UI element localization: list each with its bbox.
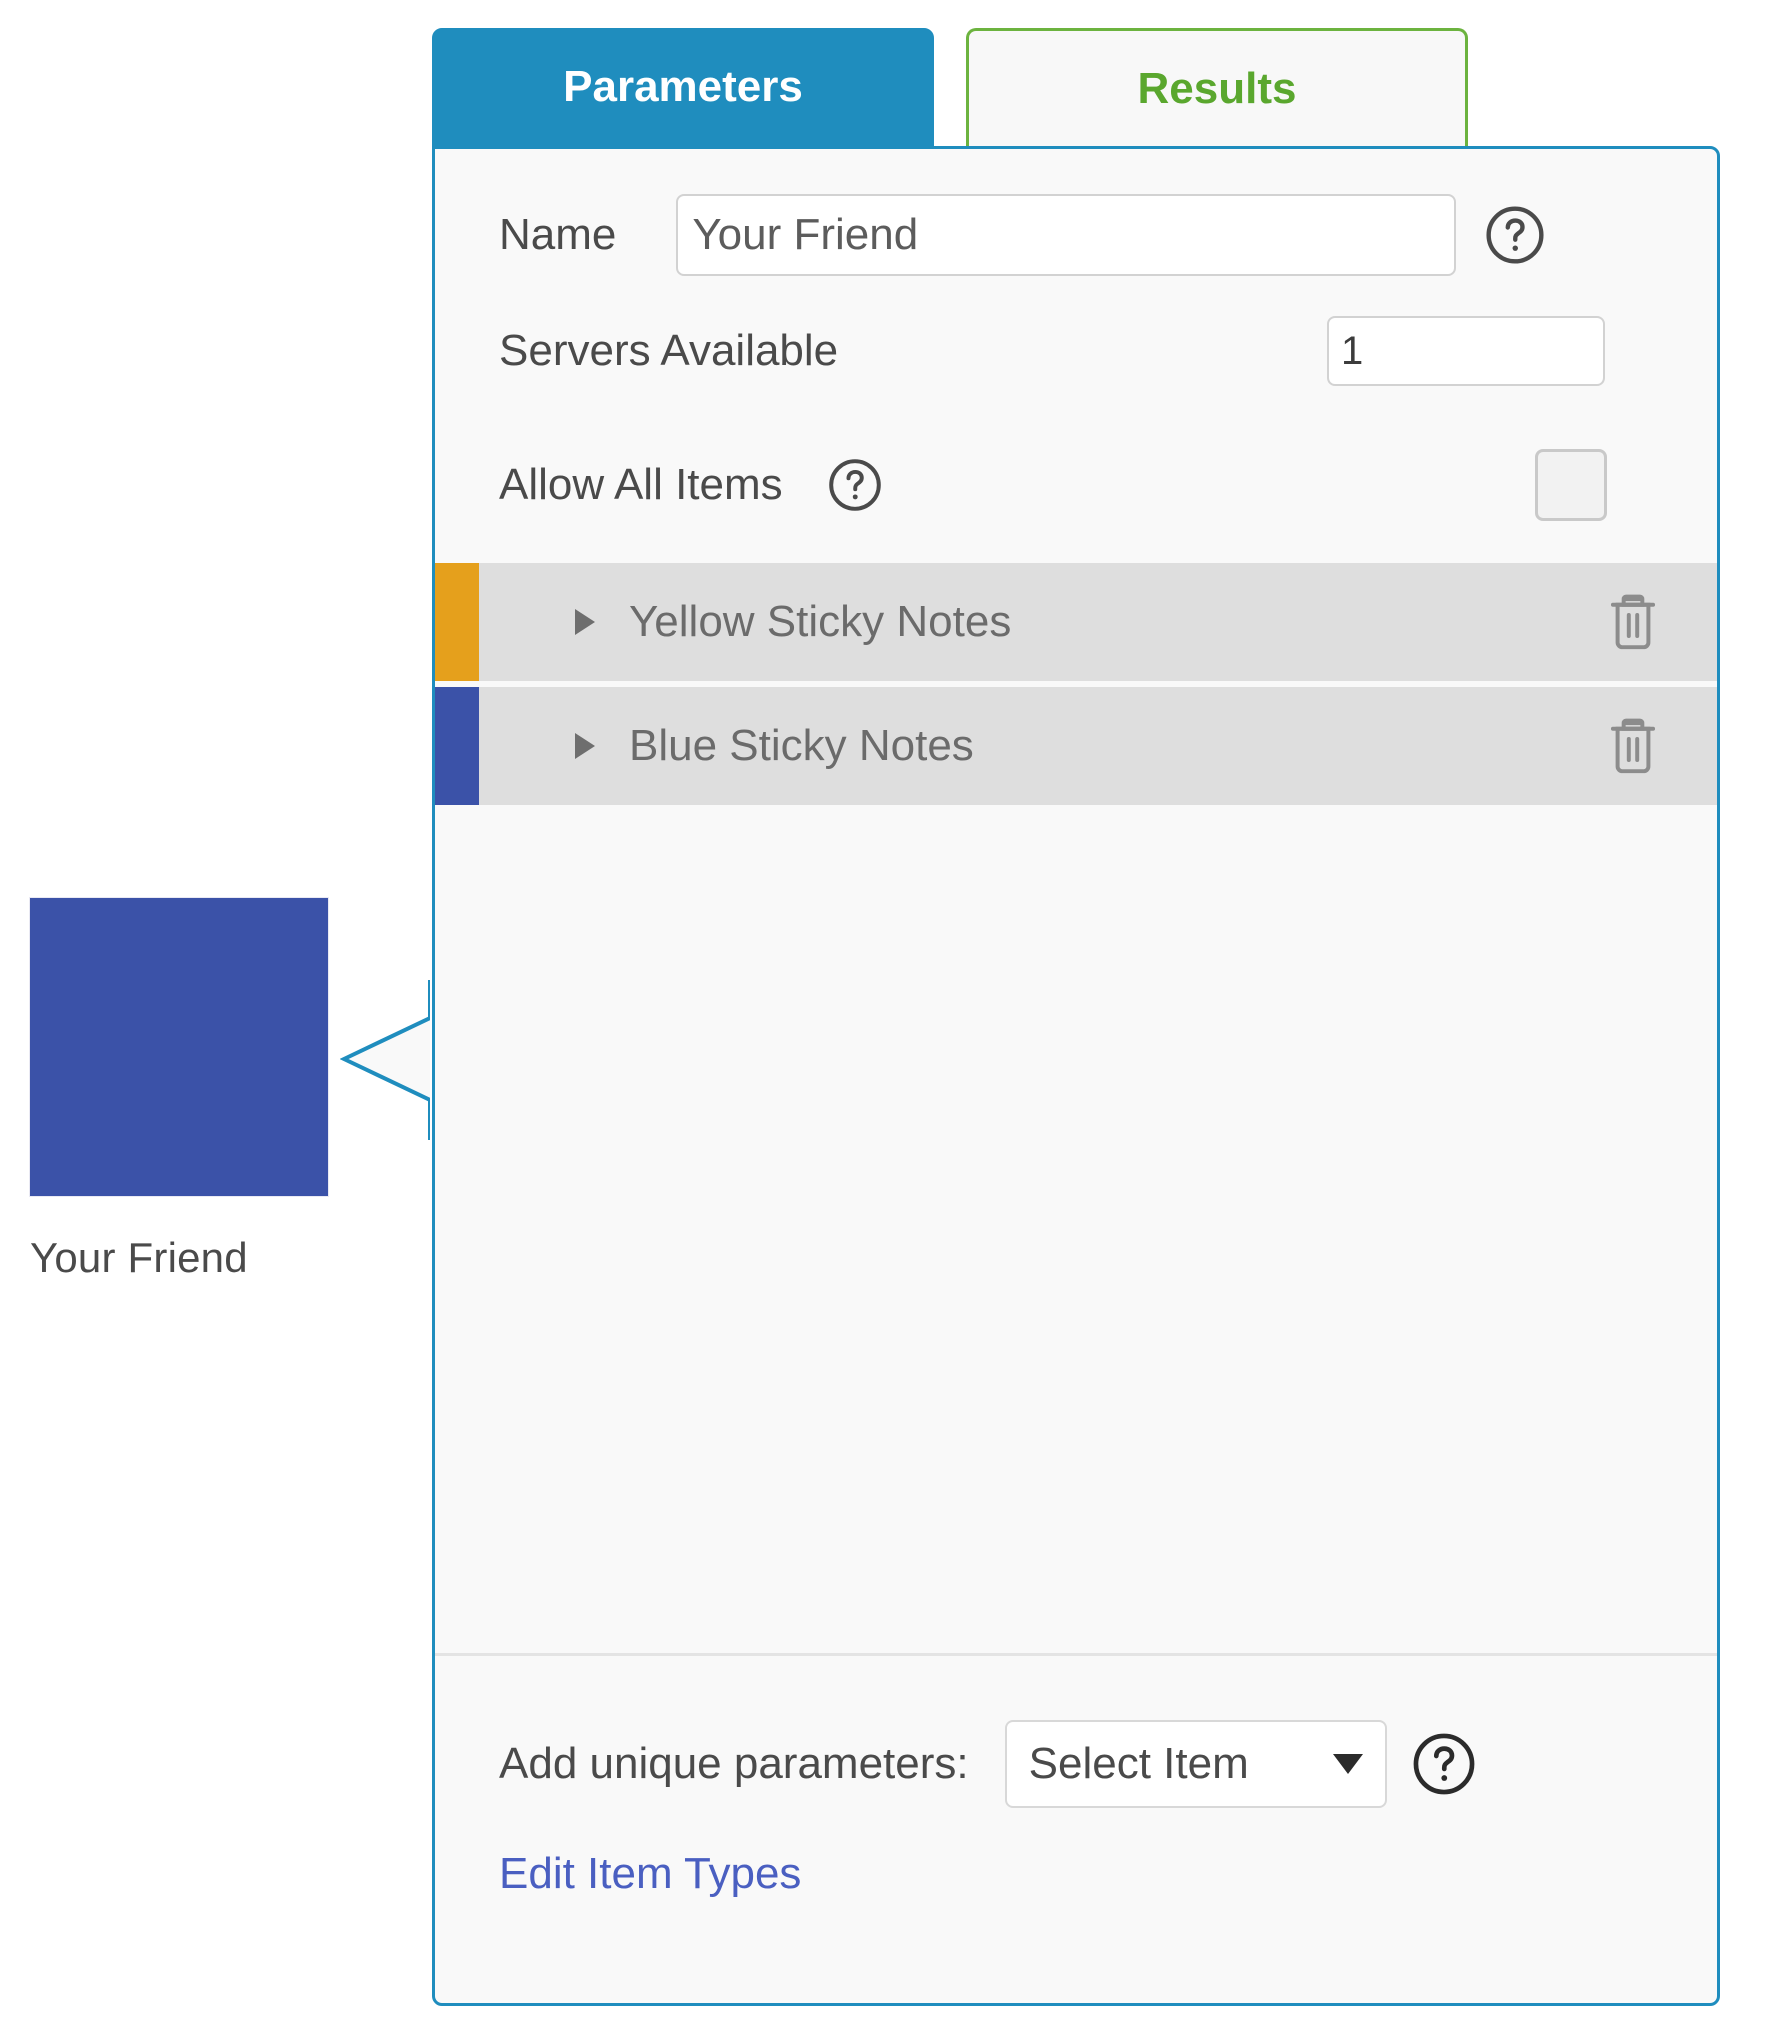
item-list: Yellow Sticky Notes Blue Sticky Notes — [435, 563, 1717, 805]
footer-divider — [435, 1653, 1717, 1656]
tab-parameters-label: Parameters — [563, 62, 803, 111]
name-row: Name — [435, 149, 1717, 291]
chevron-down-icon — [1332, 1754, 1363, 1774]
callout-connector-arrow — [340, 980, 430, 1140]
name-label: Name — [499, 210, 617, 259]
tab-parameters[interactable]: Parameters — [432, 28, 934, 146]
select-item-dropdown[interactable]: Select Item — [1004, 1720, 1387, 1808]
trash-icon[interactable] — [1605, 591, 1661, 653]
item-name-label: Blue Sticky Notes — [629, 721, 974, 770]
parameters-panel: Name Servers Available Allow All Items Y… — [432, 146, 1720, 2006]
allow-all-items-row: Allow All Items — [435, 411, 1717, 559]
expand-triangle-icon[interactable] — [575, 609, 595, 635]
node-label: Your Friend — [30, 1234, 248, 1281]
node-color-swatch[interactable] — [30, 898, 328, 1196]
allow-all-items-checkbox[interactable] — [1535, 449, 1607, 521]
help-icon-name[interactable] — [1484, 204, 1546, 266]
select-item-value: Select Item — [1028, 1739, 1249, 1788]
item-row-blue-sticky-notes[interactable]: Blue Sticky Notes — [435, 687, 1717, 805]
add-unique-parameters-label: Add unique parameters: — [499, 1739, 969, 1788]
expand-triangle-icon[interactable] — [575, 733, 595, 759]
allow-all-items-label: Allow All Items — [499, 460, 783, 509]
item-color-bar — [435, 687, 479, 805]
servers-available-row: Servers Available — [435, 291, 1717, 411]
trash-icon[interactable] — [1605, 715, 1661, 777]
name-input[interactable] — [676, 194, 1457, 276]
servers-available-label: Servers Available — [499, 326, 839, 375]
item-name-label: Yellow Sticky Notes — [629, 597, 1012, 646]
add-unique-parameters-row: Add unique parameters: Select Item — [435, 1709, 1717, 1819]
servers-available-input[interactable] — [1327, 316, 1605, 386]
tab-results-label: Results — [1137, 63, 1297, 113]
tab-bar: Parameters Results — [432, 28, 1468, 146]
help-icon-allow-all-items[interactable] — [827, 457, 883, 513]
item-color-bar — [435, 563, 479, 681]
canvas-node[interactable]: Your Friend — [30, 898, 340, 1282]
help-icon-add-unique-parameters[interactable] — [1411, 1731, 1477, 1797]
edit-item-types-link[interactable]: Edit Item Types — [499, 1849, 801, 1899]
tab-results[interactable]: Results — [966, 28, 1468, 146]
item-row-yellow-sticky-notes[interactable]: Yellow Sticky Notes — [435, 563, 1717, 681]
